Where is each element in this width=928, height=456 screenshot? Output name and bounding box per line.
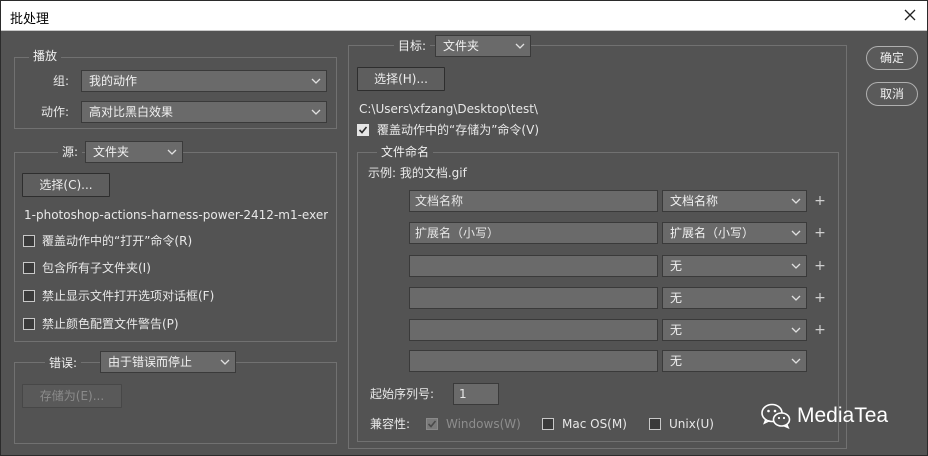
naming-input[interactable]: [409, 287, 658, 309]
naming-select-value: 无: [670, 354, 683, 368]
group-select[interactable]: 我的动作: [81, 70, 327, 92]
target-path: C:\Users\xfzang\Desktop\test\: [359, 102, 538, 116]
naming-input[interactable]: 文档名称: [409, 190, 658, 212]
compat-checkbox: [426, 418, 438, 430]
source-option-label: 禁止颜色配置文件警告(P): [42, 317, 179, 331]
action-label: 动作:: [41, 105, 70, 119]
target-label: 目标:: [394, 38, 431, 54]
serial-input[interactable]: 1: [453, 383, 499, 405]
errors-label: 错误:: [45, 355, 82, 371]
window-title: 批处理: [10, 12, 50, 27]
ok-button[interactable]: 确定: [866, 46, 918, 70]
errors-save-button[interactable]: 存储为(E)...: [22, 384, 122, 408]
compat-checkbox[interactable]: [649, 418, 661, 430]
batch-dialog: 批处理 播放 组: 我的动作 动作: 高对比黑白效果 源: 文件夹 选择(C).…: [0, 0, 928, 456]
add-row-icon[interactable]: +: [813, 291, 827, 305]
source-option-checkbox[interactable]: [23, 318, 35, 330]
compat-label-item: Unix(U): [669, 417, 714, 431]
serial-label: 起始序列号:: [370, 387, 435, 401]
source-option-checkbox[interactable]: [23, 235, 35, 247]
compat-label: 兼容性:: [370, 417, 411, 431]
chevron-down-icon: [791, 327, 801, 333]
compat-label-item: Windows(W): [446, 417, 521, 431]
target-select[interactable]: 文件夹: [435, 35, 531, 57]
naming-select[interactable]: 无: [662, 287, 807, 309]
title-bar: 批处理: [1, 1, 927, 31]
chevron-down-icon: [791, 295, 801, 301]
naming-select[interactable]: 文档名称: [662, 190, 807, 212]
source-choose-button[interactable]: 选择(C)...: [22, 173, 110, 197]
add-row-icon[interactable]: +: [813, 226, 827, 240]
target-select-value: 文件夹: [443, 39, 480, 53]
source-option-label: 覆盖动作中的“打开”命令(R): [42, 234, 193, 248]
chevron-down-icon: [515, 43, 525, 49]
naming-input[interactable]: [409, 350, 658, 372]
close-button[interactable]: [899, 4, 921, 26]
errors-select-value: 由于错误而停止: [108, 355, 193, 369]
chevron-down-icon: [311, 78, 321, 84]
compat-label-item: Mac OS(M): [562, 417, 627, 431]
naming-input[interactable]: [409, 255, 658, 277]
naming-example: 示例: 我的文档.gif: [368, 166, 467, 180]
chevron-down-icon: [791, 263, 801, 269]
naming-select-value: 文档名称: [670, 194, 719, 208]
naming-legend: 文件命名: [377, 144, 434, 160]
check-icon: [358, 126, 368, 134]
watermark-text: MediaTea: [797, 404, 889, 427]
source-select[interactable]: 文件夹: [85, 141, 183, 163]
chevron-down-icon: [791, 230, 801, 236]
chevron-down-icon: [791, 198, 801, 204]
naming-select-value: 无: [670, 291, 683, 305]
target-choose-button[interactable]: 选择(H)...: [357, 67, 445, 91]
action-select[interactable]: 高对比黑白效果: [81, 101, 327, 123]
naming-input[interactable]: 扩展名（小写）: [409, 222, 658, 244]
watermark: MediaTea: [761, 403, 888, 429]
source-path: 1-photoshop-actions-harness-power-2412-m…: [24, 208, 328, 222]
naming-select[interactable]: 扩展名（小写）: [662, 222, 807, 244]
chevron-down-icon: [220, 359, 230, 365]
cancel-button[interactable]: 取消: [866, 82, 918, 106]
naming-select-value: 扩展名（小写）: [670, 226, 755, 240]
naming-select-value: 无: [670, 323, 683, 337]
override-save-label: 覆盖动作中的“存储为”命令(V): [377, 123, 540, 137]
override-save-checkbox[interactable]: [357, 124, 369, 136]
play-legend: 播放: [29, 48, 62, 64]
source-option-label: 包含所有子文件夹(I): [42, 261, 151, 275]
add-row-icon[interactable]: +: [813, 194, 827, 208]
wechat-icon: [761, 403, 791, 429]
check-icon: [427, 420, 437, 428]
naming-select[interactable]: 无: [662, 255, 807, 277]
add-row-icon[interactable]: +: [813, 259, 827, 273]
close-icon: [904, 9, 916, 21]
add-row-icon[interactable]: +: [813, 323, 827, 337]
naming-select[interactable]: 无: [662, 319, 807, 341]
group-label: 组:: [53, 74, 70, 88]
errors-select[interactable]: 由于错误而停止: [100, 351, 236, 373]
source-label: 源:: [58, 144, 83, 160]
chevron-down-icon: [167, 149, 177, 155]
source-option-label: 禁止显示文件打开选项对话框(F): [42, 289, 215, 303]
chevron-down-icon: [311, 109, 321, 115]
source-option-checkbox[interactable]: [23, 262, 35, 274]
action-select-value: 高对比黑白效果: [89, 105, 174, 119]
naming-input[interactable]: [409, 319, 658, 341]
naming-select[interactable]: 无: [662, 350, 807, 372]
compat-checkbox[interactable]: [542, 418, 554, 430]
source-select-value: 文件夹: [93, 145, 130, 159]
source-option-checkbox[interactable]: [23, 290, 35, 302]
group-select-value: 我的动作: [89, 74, 138, 88]
naming-select-value: 无: [670, 259, 683, 273]
chevron-down-icon: [791, 358, 801, 364]
